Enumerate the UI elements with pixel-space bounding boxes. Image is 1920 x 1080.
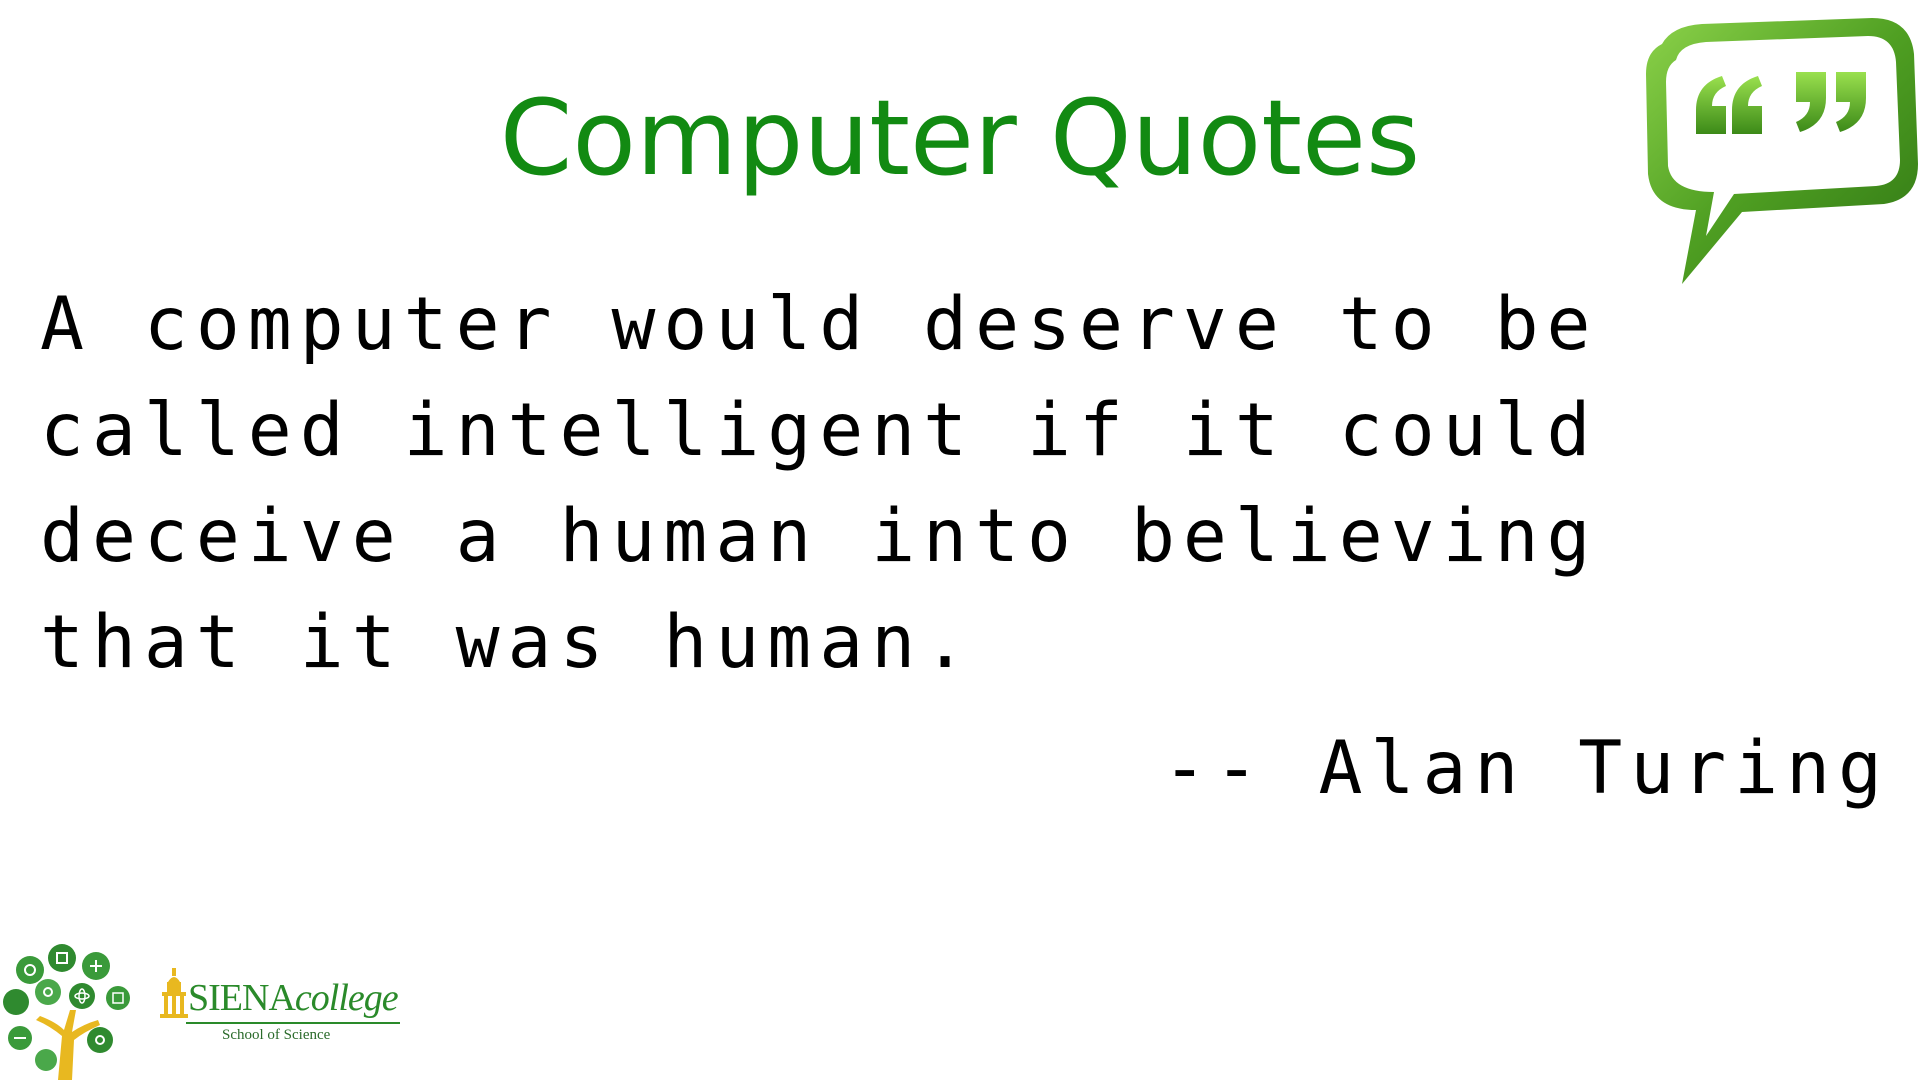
quote-line: that it was human.: [40, 600, 976, 685]
siena-wordmark: SIENAcollege: [188, 976, 399, 1020]
quote-text: A computer would deserve to be called in…: [40, 272, 1660, 696]
speech-bubble-quote-icon: [1646, 18, 1918, 284]
quote-line: called intelligent if it could: [40, 388, 1599, 473]
slide: Computer Quotes A computer would deserve…: [0, 0, 1920, 1080]
school-of-science-text: School of Science: [222, 1027, 331, 1043]
building-icon: [160, 968, 188, 1018]
logo-divider: [186, 1022, 400, 1024]
siena-college-text: college: [294, 977, 399, 1019]
science-tree-logo: [3, 944, 130, 1080]
siena-college-logo: SIENAcollege School of Science: [160, 962, 410, 1046]
quote-line: A computer would deserve to be: [40, 282, 1599, 367]
quote-attribution: -- Alan Turing: [1162, 726, 1890, 811]
siena-main-text: SIENA: [188, 977, 296, 1019]
quote-line: deceive a human into believing: [40, 494, 1599, 579]
